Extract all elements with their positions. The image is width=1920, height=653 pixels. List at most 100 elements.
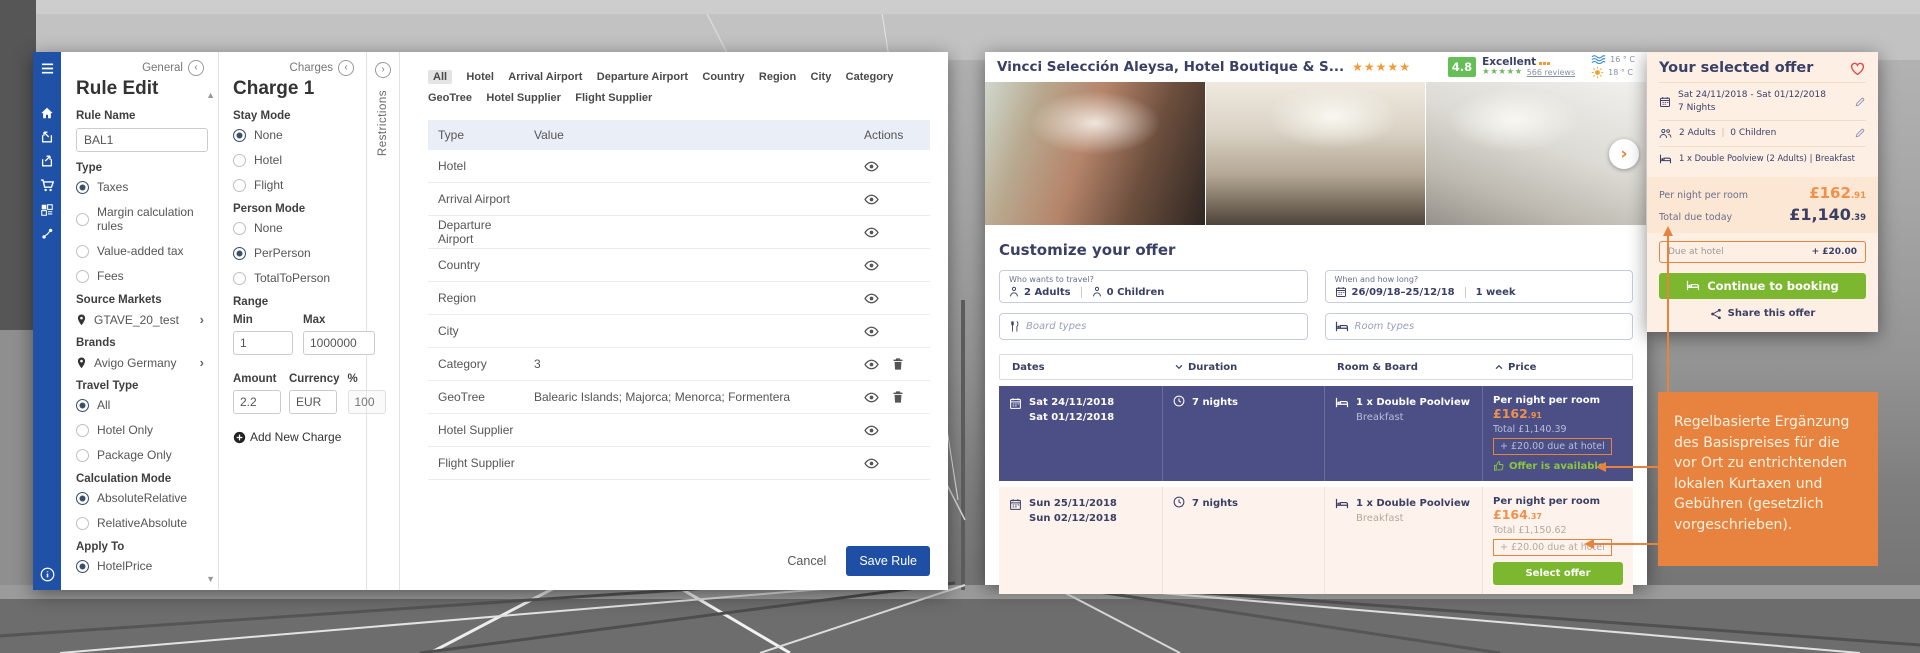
row-price: £162 [1493, 406, 1528, 421]
cell-type: Country [428, 258, 524, 272]
hotel-photo-lobby[interactable] [985, 82, 1206, 225]
col-dates[interactable]: Dates [1000, 362, 1163, 373]
filter-departure-airport[interactable]: Departure Airport [597, 71, 688, 83]
filter-region[interactable]: Region [759, 71, 796, 83]
eye-icon[interactable] [864, 392, 879, 403]
radio-package-only[interactable]: Package Only [76, 448, 204, 462]
scroll-down-icon[interactable]: ▼ [206, 574, 215, 584]
filter-city[interactable]: City [811, 71, 832, 83]
share-offer-button[interactable]: Share this offer [1659, 308, 1866, 320]
restrictions-tab[interactable]: Restrictions [377, 90, 389, 156]
offer-row-selected[interactable]: Sat 24/11/2018 Sat 01/12/2018 7 nights 1… [999, 386, 1633, 481]
radio-perperson[interactable]: PerPerson [233, 246, 354, 260]
filter-geotree[interactable]: GeoTree [428, 92, 472, 104]
eye-icon[interactable] [864, 293, 879, 304]
dates-field[interactable]: When and how long? 26/09/18–25/12/18 1 w… [1325, 270, 1634, 303]
trash-icon[interactable] [892, 357, 904, 371]
amount-input[interactable] [233, 390, 281, 414]
filter-arrival-airport[interactable]: Arrival Airport [508, 71, 582, 83]
info-icon[interactable] [40, 567, 55, 582]
eye-icon[interactable] [864, 227, 879, 238]
travellers-field[interactable]: Who wants to travel? 2 Adults 0 Children [999, 270, 1308, 303]
radio-label: None [254, 128, 283, 142]
continue-to-booking-button[interactable]: Continue to booking [1659, 273, 1866, 299]
radio-fees[interactable]: Fees [76, 269, 204, 283]
rating-score-badge: 4.8 [1448, 57, 1476, 77]
eye-icon[interactable] [864, 326, 879, 337]
add-new-charge-label: Add New Charge [250, 430, 341, 444]
radio-label: Flight [254, 178, 283, 192]
radio-stay-hotel[interactable]: Hotel [233, 153, 354, 167]
cart-icon[interactable] [40, 178, 55, 193]
edit-pencil-icon[interactable] [1854, 127, 1866, 139]
import-icon[interactable] [40, 130, 54, 144]
radio-person-none[interactable]: None [233, 221, 354, 235]
scroll-up-icon[interactable]: ▲ [206, 90, 215, 100]
menu-icon[interactable] [40, 62, 55, 75]
radio-hotel-only[interactable]: Hotel Only [76, 423, 204, 437]
eye-icon[interactable] [864, 194, 879, 205]
offer-row-alternative[interactable]: Sun 25/11/2018 Sun 02/12/2018 7 nights 1… [999, 487, 1633, 594]
eye-icon[interactable] [864, 260, 879, 271]
rating-block[interactable]: 4.8 Excellent ★★★★★ 566 reviews [1448, 56, 1575, 78]
max-input[interactable] [303, 331, 375, 355]
brands-picker[interactable]: Avigo Germany › [76, 355, 204, 370]
filter-category[interactable]: Category [846, 71, 894, 83]
radio-hotelprice[interactable]: HotelPrice [76, 559, 204, 573]
hotel-photo-bathroom[interactable] [1206, 82, 1427, 225]
radio-absoluterelative[interactable]: AbsoluteRelative [76, 491, 204, 505]
criteria-main: All Hotel Arrival Airport Departure Airp… [400, 52, 948, 590]
filter-hotel[interactable]: Hotel [466, 71, 494, 83]
modules-icon[interactable] [40, 203, 54, 217]
filter-country[interactable]: Country [702, 71, 744, 83]
radio-travel-all[interactable]: All [76, 398, 204, 412]
offer-occupancy-row: 2 Adults | 0 Children [1659, 120, 1866, 146]
rule-name-input[interactable] [76, 128, 208, 152]
expand-restrictions-icon[interactable]: › [375, 62, 391, 78]
charges-panel: Charges ‹ Charge 1 Stay Mode None Hotel … [219, 52, 367, 590]
radio-taxes[interactable]: Taxes [76, 180, 204, 194]
col-room-board[interactable]: Room & Board [1325, 362, 1483, 373]
filter-all[interactable]: All [428, 70, 452, 84]
source-markets-picker[interactable]: GTAVE_20_test › [76, 312, 204, 327]
eye-icon[interactable] [864, 161, 879, 172]
select-offer-button[interactable]: Select offer [1493, 562, 1623, 585]
cancel-button[interactable]: Cancel [787, 554, 826, 568]
filter-hotel-supplier[interactable]: Hotel Supplier [486, 92, 561, 104]
col-duration[interactable]: Duration [1163, 362, 1325, 373]
reviews-link[interactable]: 566 reviews [1527, 68, 1575, 77]
board-types-field[interactable]: Board types [999, 313, 1308, 340]
currency-input[interactable] [289, 390, 337, 414]
radio-vat[interactable]: Value-added tax [76, 244, 204, 258]
plus-circle-icon [233, 431, 246, 444]
gallery-next-button[interactable]: › [1609, 139, 1639, 169]
eye-icon[interactable] [864, 458, 879, 469]
bed-icon [1335, 397, 1349, 408]
radio-margin-rules[interactable]: Margin calculation rules [76, 205, 204, 233]
radio-label: TotalToPerson [254, 271, 330, 285]
radio-relativeabsolute[interactable]: RelativeAbsolute [76, 516, 204, 530]
connections-icon[interactable] [41, 227, 54, 240]
eye-icon[interactable] [864, 359, 879, 370]
collapse-general-icon[interactable]: ‹ [188, 60, 204, 76]
save-rule-button[interactable]: Save Rule [846, 546, 930, 576]
room-types-field[interactable]: Room types [1325, 313, 1634, 340]
add-new-charge-button[interactable]: Add New Charge [233, 430, 354, 444]
radio-stay-none[interactable]: None [233, 128, 354, 142]
col-price[interactable]: Price [1483, 362, 1632, 373]
cell-type: City [428, 324, 524, 338]
eye-icon[interactable] [864, 425, 879, 436]
radio-dot [233, 154, 246, 167]
export-icon[interactable] [40, 154, 54, 168]
heart-icon[interactable] [1849, 61, 1866, 76]
cell-type: Category [428, 357, 524, 371]
offer-availability: Offer is available [1493, 460, 1623, 472]
min-input[interactable] [233, 331, 293, 355]
collapse-charges-icon[interactable]: ‹ [338, 60, 354, 76]
trash-icon[interactable] [892, 390, 904, 404]
edit-pencil-icon[interactable] [1854, 96, 1866, 108]
radio-stay-flight[interactable]: Flight [233, 178, 354, 192]
filter-flight-supplier[interactable]: Flight Supplier [575, 92, 652, 104]
radio-totaltoperson[interactable]: TotalToPerson [233, 271, 354, 285]
home-icon[interactable] [40, 106, 54, 120]
